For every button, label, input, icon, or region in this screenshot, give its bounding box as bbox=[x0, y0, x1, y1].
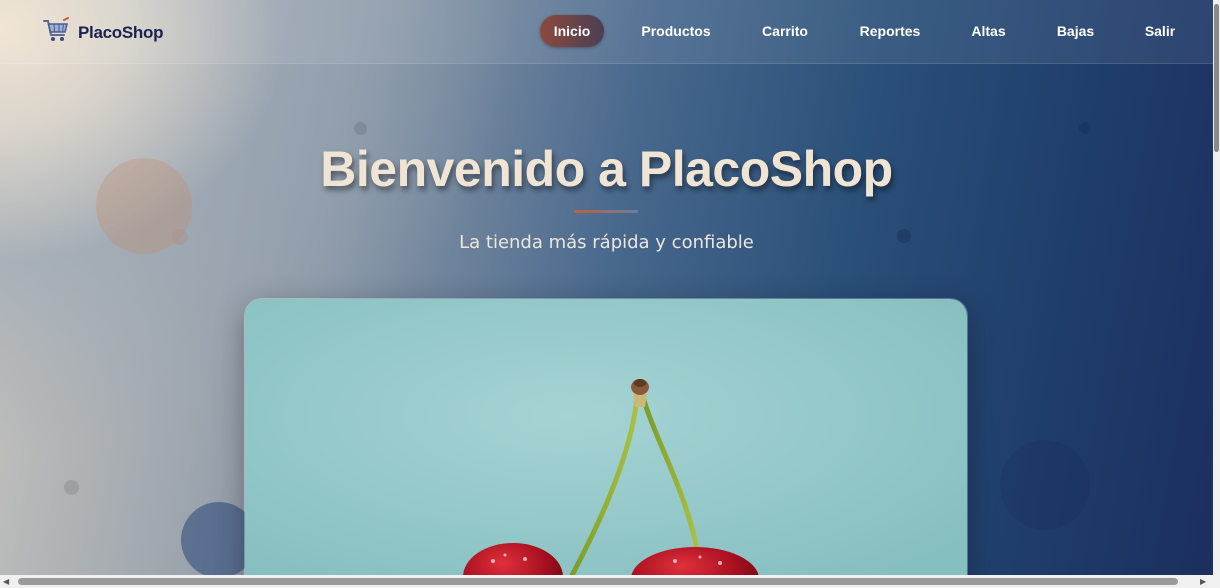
shopping-cart-icon bbox=[42, 17, 70, 49]
nav-item-inicio[interactable]: Inicio bbox=[540, 15, 604, 47]
horizontal-scrollbar-thumb[interactable] bbox=[18, 578, 1178, 585]
nav-item-altas[interactable]: Altas bbox=[961, 15, 1016, 47]
nav-item-salir[interactable]: Salir bbox=[1136, 15, 1184, 47]
hero-title: Bienvenido a PlacoShop bbox=[320, 141, 893, 197]
nav-item-reportes[interactable]: Reportes bbox=[850, 15, 930, 47]
horizontal-scrollbar[interactable]: ◀ ▶ bbox=[0, 575, 1220, 588]
decorative-bubble bbox=[64, 480, 79, 495]
nav-item-productos[interactable]: Productos bbox=[633, 15, 719, 47]
page-background: PlacoShop Inicio Productos Carrito Repor… bbox=[0, 0, 1213, 575]
decorative-bubble bbox=[1079, 122, 1091, 134]
vertical-scrollbar-thumb[interactable] bbox=[1214, 4, 1219, 152]
decorative-bubble bbox=[1000, 440, 1090, 530]
nav-item-bajas[interactable]: Bajas bbox=[1048, 15, 1103, 47]
brand-name: PlacoShop bbox=[78, 23, 164, 42]
cherries-photo bbox=[245, 299, 967, 575]
brand-link[interactable]: PlacoShop bbox=[42, 17, 163, 49]
scroll-right-arrow-icon[interactable]: ▶ bbox=[1200, 577, 1206, 586]
vertical-scrollbar[interactable] bbox=[1213, 0, 1220, 575]
title-underline bbox=[574, 210, 638, 213]
hero-image bbox=[244, 298, 968, 575]
scroll-left-arrow-icon[interactable]: ◀ bbox=[3, 577, 9, 586]
nav-item-carrito[interactable]: Carrito bbox=[750, 15, 820, 47]
hero-subtitle: La tienda más rápida y confiable bbox=[459, 232, 754, 253]
decorative-bubble bbox=[354, 122, 367, 135]
top-navbar: PlacoShop Inicio Productos Carrito Repor… bbox=[0, 0, 1213, 64]
